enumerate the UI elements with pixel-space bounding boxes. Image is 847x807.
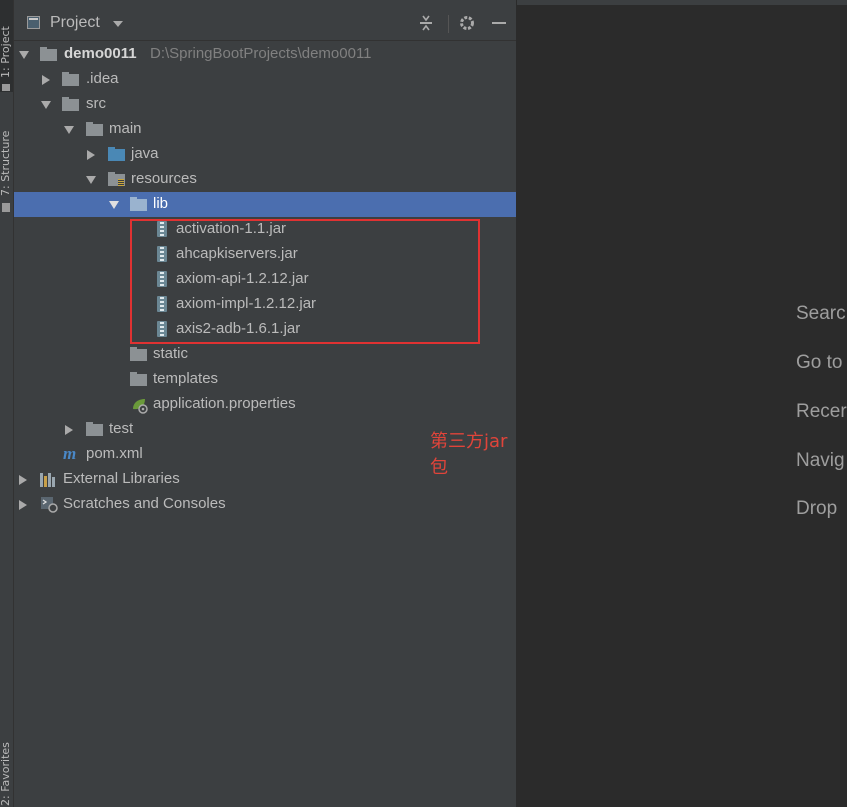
collapse-arrow-icon[interactable] [65, 425, 73, 435]
project-tool-icon [2, 84, 10, 91]
project-tool-tab-label: 1: Project [0, 26, 12, 78]
tree-node-root[interactable]: demo0011 D:\SpringBootProjects\demo0011 [14, 42, 516, 67]
tree-label-static: static [153, 345, 189, 362]
expand-arrow-icon[interactable] [64, 126, 74, 134]
tree-label-templates: templates [153, 370, 219, 387]
tree-node-templates[interactable]: templates [14, 367, 516, 392]
tree-node-app-properties[interactable]: application.properties [14, 392, 516, 417]
tree-label-pom: pom.xml [86, 445, 143, 462]
tree-node-scratches[interactable]: Scratches and Consoles [14, 492, 516, 517]
chevron-down-icon[interactable] [113, 21, 123, 27]
favorites-tool-tab-label: 2: Favorites [0, 742, 12, 806]
project-panel-header: Project [14, 0, 516, 41]
tree-label-test: test [109, 420, 134, 437]
structure-tool-icon [2, 203, 10, 212]
minimize-icon[interactable] [490, 14, 508, 32]
editor-hint: Searc [796, 303, 846, 324]
tree-label-external-libraries: External Libraries [63, 470, 180, 487]
editor-area: Searc Go to Recer Navig Drop [517, 0, 847, 807]
panel-title[interactable]: Project [50, 14, 100, 32]
gear-icon[interactable] [458, 14, 476, 32]
tree-node-java[interactable]: java [14, 142, 516, 167]
project-window-icon [27, 16, 40, 29]
editor-hint: Go to [796, 352, 843, 373]
expand-arrow-icon[interactable] [86, 176, 96, 184]
project-tool-tab[interactable]: 1: Project [0, 0, 13, 92]
maven-icon: m [63, 444, 77, 463]
collapse-arrow-icon[interactable] [19, 475, 27, 485]
header-divider [448, 15, 449, 33]
tree-node-src[interactable]: src [14, 92, 516, 117]
root-label: demo0011 [64, 45, 137, 62]
collapse-arrow-icon[interactable] [19, 500, 27, 510]
structure-tool-tab-label: 7: Structure [0, 130, 12, 196]
tree-node-idea[interactable]: .idea [14, 67, 516, 92]
tree-node-lib[interactable]: lib [14, 192, 516, 217]
tree-node-static[interactable]: static [14, 342, 516, 367]
tree-label-idea: .idea [86, 70, 119, 87]
project-panel: Project demo0011 D:\SpringBootProjects\d… [14, 0, 516, 807]
editor-hint: Drop [796, 498, 838, 519]
scratches-icon [40, 496, 58, 513]
expand-arrow-icon[interactable] [109, 201, 119, 209]
jar-highlight-box [130, 219, 480, 344]
expand-arrow-icon[interactable] [19, 51, 29, 59]
collapse-arrow-icon[interactable] [87, 150, 95, 160]
collapse-all-icon[interactable] [417, 14, 435, 32]
expand-arrow-icon[interactable] [41, 101, 51, 109]
spring-leaf-icon [131, 397, 148, 414]
tree-label-src: src [86, 95, 106, 112]
library-icon [40, 473, 58, 487]
tree-node-resources[interactable]: resources [14, 167, 516, 192]
tree-label-app-properties: application.properties [153, 395, 296, 412]
tool-window-strip: 1: Project 7: Structure 2: Favorites [0, 0, 14, 807]
collapse-arrow-icon[interactable] [42, 75, 50, 85]
tree-label-lib: lib [153, 195, 169, 212]
favorites-tool-tab[interactable]: 2: Favorites [0, 730, 13, 807]
tree-label-resources: resources [131, 170, 197, 187]
tree-label-scratches: Scratches and Consoles [63, 495, 226, 512]
tree-label-main: main [109, 120, 142, 137]
editor-hint: Navig [796, 450, 845, 471]
tree-label-java: java [131, 145, 159, 162]
annotation-label: 第三方jar包 [430, 431, 508, 478]
root-path: D:\SpringBootProjects\demo0011 [150, 45, 372, 62]
structure-tool-tab[interactable]: 7: Structure [0, 118, 13, 198]
editor-hint: Recer [796, 401, 847, 422]
editor-top-bar [517, 0, 847, 5]
tree-node-main[interactable]: main [14, 117, 516, 142]
